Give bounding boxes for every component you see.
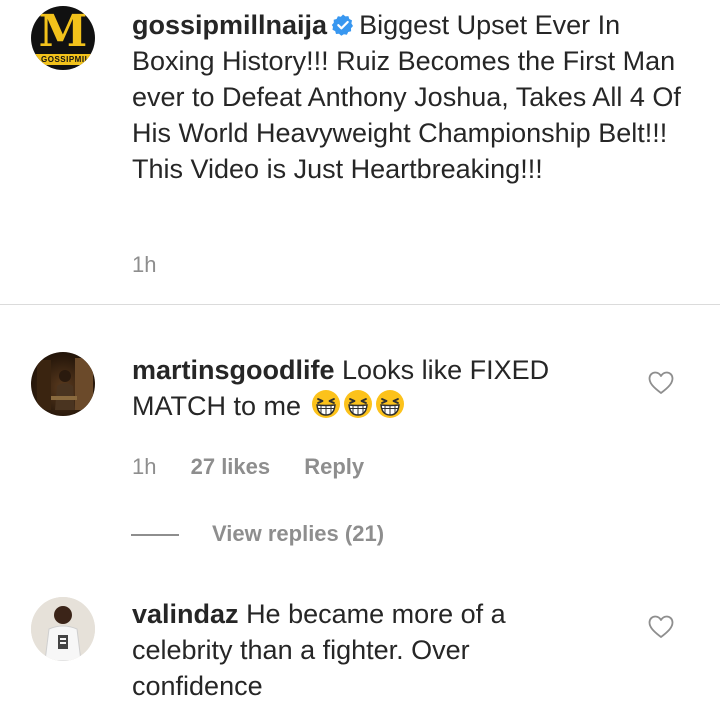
comment-likes-count[interactable]: 27 likes <box>191 454 271 479</box>
like-heart-icon[interactable] <box>648 371 674 395</box>
post-avatar[interactable]: M GOSSIPMILL <box>31 6 95 70</box>
avatar-logo-band: GOSSIPMILL <box>31 54 95 65</box>
post-timestamp: 1h <box>132 252 157 277</box>
view-replies-divider <box>131 534 179 536</box>
comment-username[interactable]: valindaz <box>132 599 239 629</box>
avatar-photo <box>31 597 95 661</box>
avatar-photo <box>37 358 93 410</box>
grinning-squinting-face-icon <box>311 390 340 418</box>
verified-badge-icon <box>331 14 354 36</box>
comment-avatar[interactable] <box>31 597 95 661</box>
reply-button[interactable]: Reply <box>304 454 364 479</box>
grinning-squinting-face-icon <box>375 390 404 418</box>
comment-body: martinsgoodlife Looks like FIXED MATCH t… <box>132 352 632 424</box>
view-replies-button[interactable]: View replies (21) <box>212 520 384 548</box>
comment-body: valindaz He became more of a celebrity t… <box>132 596 532 704</box>
avatar-logo-letter: M <box>38 6 88 57</box>
comment-meta: 1h 27 likes Reply <box>132 454 364 480</box>
comment-avatar[interactable] <box>31 352 95 416</box>
comment-username[interactable]: martinsgoodlife <box>132 355 335 385</box>
post-divider <box>0 304 720 305</box>
like-heart-icon[interactable] <box>648 615 674 639</box>
post-username[interactable]: gossipmillnaija <box>132 10 327 40</box>
comment-timestamp: 1h <box>132 454 157 479</box>
grinning-squinting-face-icon <box>343 390 372 418</box>
post-caption: gossipmillnaija Biggest Upset Ever In Bo… <box>132 7 692 187</box>
